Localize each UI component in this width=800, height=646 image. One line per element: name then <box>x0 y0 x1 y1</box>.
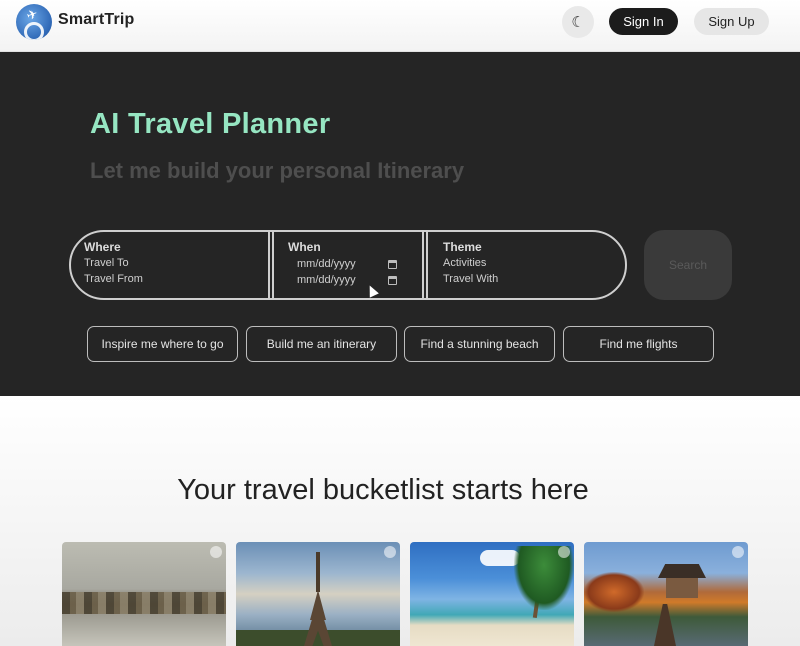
destination-card-beach[interactable] <box>410 542 574 646</box>
destination-card-boats[interactable] <box>62 542 226 646</box>
where-section: Where Travel To Travel From <box>69 230 270 300</box>
eiffel-tower-image <box>304 552 332 646</box>
start-date-input[interactable]: mm/dd/yyyy <box>297 258 356 270</box>
calendar-icon[interactable] <box>388 276 397 285</box>
sign-in-button[interactable]: Sign In <box>609 8 678 35</box>
when-label: When <box>288 240 321 254</box>
chip-build-itinerary[interactable]: Build me an itinerary <box>246 326 397 362</box>
section-title: Your travel bucketlist starts here <box>177 474 589 506</box>
destination-card-pavilion[interactable] <box>584 542 748 646</box>
travel-to-input[interactable]: Travel To <box>84 257 129 269</box>
page-subtitle: Let me build your personal Itinerary <box>90 158 465 183</box>
card-dot-icon[interactable] <box>558 546 570 558</box>
moon-icon: ☾ <box>571 13 585 31</box>
search-button[interactable]: Search <box>644 230 732 300</box>
activities-input[interactable]: Activities <box>443 257 486 269</box>
top-nav-bar: ✈ SmartTrip ☾ Sign In Sign Up <box>0 0 800 52</box>
when-section: When mm/dd/yyyy mm/dd/yyyy <box>272 230 424 300</box>
chip-find-beach[interactable]: Find a stunning beach <box>404 326 555 362</box>
end-date-input[interactable]: mm/dd/yyyy <box>297 274 356 286</box>
brand-name[interactable]: SmartTrip <box>58 11 135 29</box>
theme-label: Theme <box>443 240 482 254</box>
bucketlist-section: Your travel bucketlist starts here <box>0 396 800 646</box>
where-label: Where <box>84 240 121 254</box>
smarttrip-logo-icon[interactable]: ✈ <box>16 4 52 40</box>
chip-inspire-me[interactable]: Inspire me where to go <box>87 326 238 362</box>
page-title: AI Travel Planner <box>90 108 331 140</box>
destination-card-eiffel-tower[interactable] <box>236 542 400 646</box>
calendar-icon[interactable] <box>388 260 397 269</box>
card-dot-icon[interactable] <box>384 546 396 558</box>
travel-from-input[interactable]: Travel From <box>84 273 143 285</box>
hero-section: AI Travel Planner Let me build your pers… <box>0 52 800 396</box>
theme-section: Theme Activities Travel With <box>426 230 627 300</box>
travel-with-input[interactable]: Travel With <box>443 273 498 285</box>
theme-toggle-button[interactable]: ☾ <box>562 6 594 38</box>
pavilion-image <box>666 578 698 598</box>
sign-up-button[interactable]: Sign Up <box>694 8 769 35</box>
card-dot-icon[interactable] <box>210 546 222 558</box>
chip-find-flights[interactable]: Find me flights <box>563 326 714 362</box>
card-dot-icon[interactable] <box>732 546 744 558</box>
